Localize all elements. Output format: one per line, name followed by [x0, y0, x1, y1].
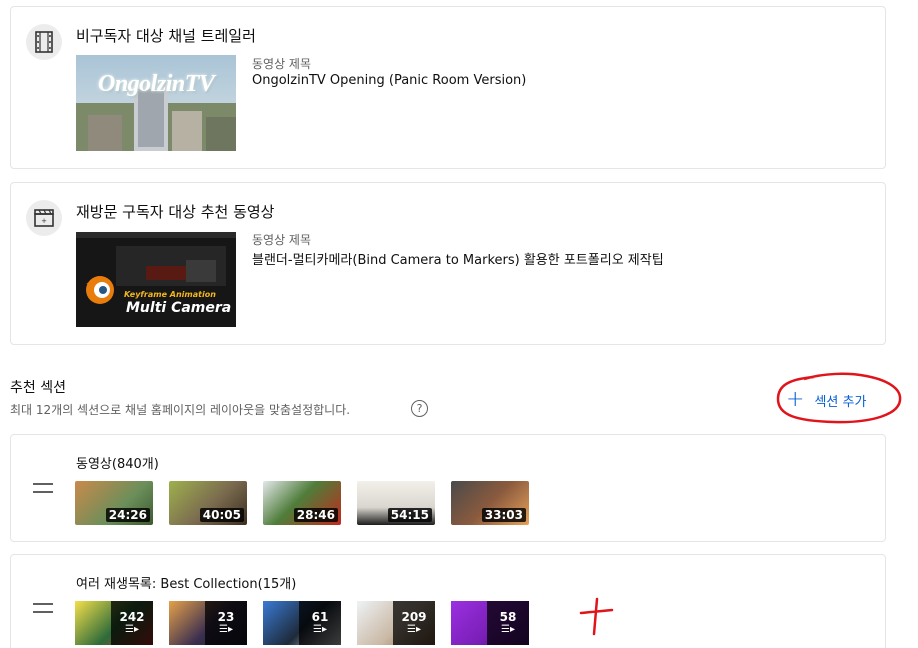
plus-icon: +: [786, 387, 805, 412]
featured-video-label: 동영상 제목: [252, 233, 312, 247]
featured-thumb-line1: Keyframe Animation: [124, 290, 216, 299]
playlist-thumbnail[interactable]: 209 ☰▸: [357, 601, 435, 645]
playlists-section-card[interactable]: 여러 재생목록: Best Collection(15개) 242 ☰▸ 23 …: [10, 554, 886, 648]
featured-thumbnail[interactable]: Keyframe Animation Multi Camera: [76, 232, 236, 327]
video-duration: 33:03: [481, 508, 526, 522]
trailer-video-title: OngolzinTV Opening (Panic Room Version): [252, 73, 527, 88]
featured-video-card: + 재방문 구독자 대상 추천 동영상 Keyframe Animation M…: [10, 182, 886, 345]
video-duration: 24:26: [105, 508, 150, 522]
playlist-thumbnail[interactable]: 61 ☰▸: [263, 601, 341, 645]
trailer-video-label: 동영상 제목: [252, 57, 312, 71]
video-thumbnail-row: 24:26 40:05 28:46 54:15 33:03: [75, 481, 529, 525]
playlist-icon: ☰▸: [407, 624, 421, 635]
playlist-icon: ☰▸: [313, 624, 327, 635]
playlist-count: 61: [311, 610, 329, 624]
video-thumbnail[interactable]: 40:05: [169, 481, 247, 525]
playlist-count: 209: [401, 610, 427, 624]
playlist-icon: ☰▸: [501, 624, 515, 635]
drag-handle-icon[interactable]: [33, 483, 53, 493]
video-thumbnail[interactable]: 33:03: [451, 481, 529, 525]
trailer-title: 비구독자 대상 채널 트레일러: [76, 27, 256, 45]
trailer-thumb-text: OngolzinTV: [98, 71, 215, 97]
sections-heading: 추천 섹션: [10, 380, 66, 396]
playlists-section-title: 여러 재생목록: Best Collection(15개): [76, 577, 297, 592]
featured-thumb-line2: Multi Camera: [126, 300, 232, 316]
add-section-button[interactable]: + 섹션 추가: [786, 382, 866, 418]
svg-text:+: +: [41, 217, 47, 225]
featured-title: 재방문 구독자 대상 추천 동영상: [76, 203, 275, 221]
trailer-thumbnail[interactable]: OngolzinTV: [76, 55, 236, 151]
playlist-count: 242: [119, 610, 145, 624]
playlist-thumbnail[interactable]: 23 ☰▸: [169, 601, 247, 645]
video-duration: 28:46: [293, 508, 338, 522]
add-section-label: 섹션 추가: [814, 394, 867, 410]
featured-video-title: 블랜더-멀티카메라(Bind Camera to Markers) 활용한 포트…: [252, 253, 664, 268]
playlist-thumbnail[interactable]: 242 ☰▸: [75, 601, 153, 645]
sections-description: 최대 12개의 섹션으로 채널 홈페이지의 레이아웃을 맞춤설정합니다.: [10, 403, 351, 417]
help-icon[interactable]: ?: [411, 400, 428, 417]
playlist-count: 58: [499, 610, 517, 624]
video-duration: 40:05: [199, 508, 244, 522]
videos-section-title: 동영상(840개): [76, 457, 159, 472]
drag-handle-icon[interactable]: [33, 603, 53, 613]
playlist-icon: ☰▸: [219, 624, 233, 635]
video-thumbnail[interactable]: 24:26: [75, 481, 153, 525]
video-thumbnail[interactable]: 28:46: [263, 481, 341, 525]
videos-section-card[interactable]: 동영상(840개) 24:26 40:05 28:46 54:15 33:03: [10, 434, 886, 542]
playlist-icon: ☰▸: [125, 624, 139, 635]
clapperboard-icon: +: [26, 200, 62, 236]
playlist-count: 23: [217, 610, 235, 624]
film-strip-icon: [26, 24, 62, 60]
playlist-thumbnail-row: 242 ☰▸ 23 ☰▸ 61 ☰▸ 209 ☰▸ 58 ☰▸: [75, 601, 529, 645]
playlist-thumbnail[interactable]: 58 ☰▸: [451, 601, 529, 645]
video-thumbnail[interactable]: 54:15: [357, 481, 435, 525]
channel-trailer-card: 비구독자 대상 채널 트레일러 OngolzinTV 동영상 제목 Ongolz…: [10, 6, 886, 169]
video-duration: 54:15: [387, 508, 432, 522]
